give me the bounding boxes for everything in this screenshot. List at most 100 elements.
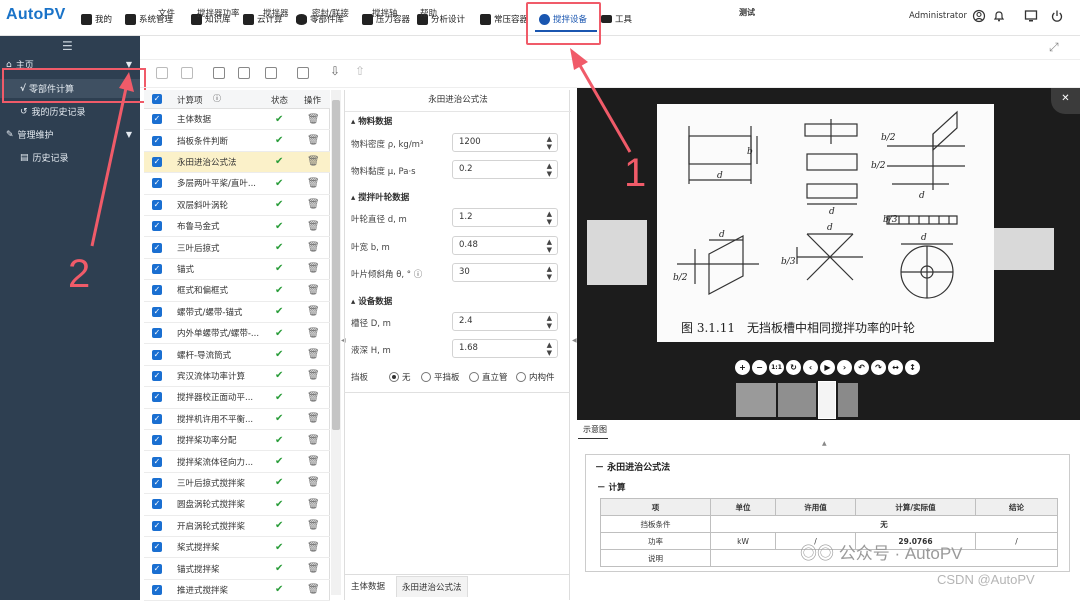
list-item[interactable]: ✓ 三叶后掠式 ✔ 🗑 — [144, 237, 330, 259]
list-item[interactable]: ✓ 搅拌桨功率分配 ✔ 🗑 — [144, 430, 330, 452]
row-checkbox[interactable]: ✓ — [152, 178, 162, 189]
trash-icon[interactable]: 🗑 — [307, 370, 320, 381]
baffle-option-internal[interactable]: 内构件 — [516, 371, 555, 383]
thumbnail[interactable] — [778, 383, 816, 417]
row-checkbox[interactable]: ✓ — [152, 306, 162, 317]
tank-diameter-input[interactable]: 2.4 ▲ ▼ — [452, 312, 558, 331]
sidebar-item-my-history[interactable]: ↺ 我的历史记录 — [0, 102, 140, 121]
baffle-option-pipe[interactable]: 直立管 — [469, 371, 508, 383]
app-logo[interactable]: AutoPV — [6, 6, 66, 24]
row-checkbox[interactable]: ✓ — [152, 435, 162, 446]
row-checkbox[interactable]: ✓ — [152, 456, 162, 467]
list-scrollbar-thumb[interactable] — [332, 100, 340, 430]
tab-diagram[interactable]: 示意图 — [583, 424, 607, 435]
list-item[interactable]: ✓ 多层两叶平桨/直叶... ✔ 🗑 — [144, 173, 330, 195]
blade-angle-input[interactable]: 30 ▲ ▼ — [452, 263, 558, 282]
list-item[interactable]: ✓ 挡板条件判断 ✔ 🗑 — [144, 130, 330, 152]
list-item[interactable]: ✓ 搅拌器校正面动平... ✔ 🗑 — [144, 387, 330, 409]
trash-icon[interactable]: 🗑 — [307, 199, 320, 210]
open-folder-icon[interactable] — [181, 67, 193, 79]
close-icon[interactable]: ✕ — [1051, 88, 1080, 114]
radio-button[interactable] — [389, 372, 399, 382]
list-item[interactable]: ✓ 锚式 ✔ 🗑 — [144, 259, 330, 281]
copy-icon[interactable] — [265, 67, 277, 79]
trash-icon[interactable]: 🗑 — [307, 156, 320, 167]
nav-atmospheric[interactable]: 常压容器 — [480, 10, 528, 28]
row-checkbox[interactable]: ✓ — [152, 392, 162, 403]
zoom-out-icon[interactable]: − — [752, 360, 767, 375]
menu-mixer[interactable]: 搅拌器 — [263, 7, 289, 19]
row-checkbox[interactable]: ✓ — [152, 135, 162, 146]
row-checkbox[interactable]: ✓ — [152, 114, 162, 125]
list-item[interactable]: ✓ 框式和偏框式 ✔ 🗑 — [144, 280, 330, 302]
collapse-up-icon[interactable]: ▲ — [822, 440, 827, 447]
trash-icon[interactable]: 🗑 — [307, 477, 320, 488]
list-item[interactable]: ✓ 布鲁马金式 ✔ 🗑 — [144, 216, 330, 238]
trash-icon[interactable]: 🗑 — [307, 349, 320, 360]
sidebar-item-history[interactable]: ▤ 历史记录 — [0, 148, 140, 167]
menu-shaft[interactable]: 搅拌轴 — [372, 7, 398, 19]
list-item[interactable]: ✓ 搅拌桨流体径向力... ✔ 🗑 — [144, 451, 330, 473]
menu-help[interactable]: 帮助 — [420, 7, 437, 19]
new-file-icon[interactable] — [156, 67, 168, 79]
list-item[interactable]: ✓ 搅拌机许用不平衡... ✔ 🗑 — [144, 409, 330, 430]
user-name[interactable]: Administrator — [909, 11, 967, 21]
section-material[interactable]: ▴ 物料数据 — [351, 115, 392, 127]
list-item[interactable]: ✓ 桨式搅拌桨 ✔ 🗑 — [144, 537, 330, 559]
menu-file[interactable]: 文件 — [158, 7, 175, 19]
row-checkbox[interactable]: ✓ — [152, 413, 162, 424]
blade-width-input[interactable]: 0.48 ▲ ▼ — [452, 236, 558, 255]
trash-icon[interactable]: 🗑 — [307, 392, 320, 403]
section-equipment[interactable]: ▴ 设备数据 — [351, 295, 392, 307]
list-item[interactable]: ✓ 螺带式/螺带-锚式 ✔ 🗑 — [144, 302, 330, 323]
menu-mixer-power[interactable]: 搅拌器功率 — [197, 7, 240, 19]
row-checkbox[interactable]: ✓ — [152, 499, 162, 510]
user-circle-icon[interactable] — [972, 9, 986, 23]
trash-icon[interactable]: 🗑 — [307, 263, 320, 274]
flip-vertical-icon[interactable]: ↕ — [905, 360, 920, 375]
spinner-icon[interactable]: ▲ ▼ — [547, 162, 552, 178]
trash-icon[interactable]: 🗑 — [307, 114, 320, 125]
viscosity-input[interactable]: 0.2 ▲ ▼ — [452, 160, 558, 179]
menu-toggle-icon[interactable]: ☰ — [62, 39, 73, 53]
one-to-one-icon[interactable]: 1:1 — [769, 360, 784, 375]
trash-icon[interactable]: 🗑 — [307, 542, 320, 553]
sidebar-item-maintenance[interactable]: ✎ 管理维护 ▼ — [0, 125, 140, 144]
trash-icon[interactable]: 🗑 — [307, 584, 320, 595]
list-item[interactable]: ✓ 内外单螺带式/螺带-... ✔ 🗑 — [144, 323, 330, 345]
edit-icon[interactable] — [238, 67, 250, 79]
spinner-icon[interactable]: ▲ ▼ — [547, 135, 552, 151]
list-item[interactable]: ✓ 主体数据 ✔ 🗑 — [144, 109, 330, 131]
nav-tools[interactable]: 工具 — [601, 10, 632, 28]
row-checkbox[interactable]: ✓ — [152, 263, 162, 274]
row-checkbox[interactable]: ✓ — [152, 542, 162, 553]
row-checkbox[interactable]: ✓ — [152, 584, 162, 595]
baffle-option-none[interactable]: 无 — [389, 371, 411, 383]
liquid-depth-input[interactable]: 1.68 ▲ ▼ — [452, 339, 558, 358]
row-checkbox[interactable]: ✓ — [152, 349, 162, 360]
cloud-upload-icon[interactable]: ⇧ — [355, 64, 365, 78]
zoom-in-icon[interactable]: + — [735, 360, 750, 375]
section-impeller[interactable]: ▴ 搅拌叶轮数据 — [351, 191, 409, 203]
next-image-preview[interactable] — [994, 228, 1054, 270]
row-checkbox[interactable]: ✓ — [152, 221, 162, 232]
list-item[interactable]: ✓ 推进式搅拌桨 ✔ 🗑 — [144, 580, 330, 601]
expand-icon[interactable]: ⤢ — [1049, 40, 1059, 55]
trash-icon[interactable]: 🗑 — [307, 221, 320, 232]
row-checkbox[interactable]: ✓ — [152, 156, 162, 167]
radio-button[interactable] — [421, 372, 431, 382]
trash-icon[interactable]: 🗑 — [307, 135, 320, 146]
baffle-option-flat[interactable]: 平挡板 — [421, 371, 460, 383]
cloud-download-icon[interactable]: ⇩ — [330, 64, 340, 78]
prev-icon[interactable]: ‹ — [803, 360, 818, 375]
list-item[interactable]: ✓ 宾汉流体功率计算 ✔ 🗑 — [144, 366, 330, 388]
spinner-icon[interactable]: ▲ ▼ — [547, 265, 552, 281]
flip-horizontal-icon[interactable]: ↔ — [888, 360, 903, 375]
trash-icon[interactable]: 🗑 — [307, 435, 320, 446]
reset-icon[interactable]: ↻ — [786, 360, 801, 375]
help-circle-icon[interactable]: ⓘ — [414, 270, 423, 280]
tab-nagata[interactable]: 永田进治公式法 — [396, 576, 468, 597]
help-circle-icon[interactable]: ⓘ — [213, 93, 221, 104]
trash-icon[interactable]: 🗑 — [307, 285, 320, 296]
rotate-left-icon[interactable]: ↶ — [854, 360, 869, 375]
